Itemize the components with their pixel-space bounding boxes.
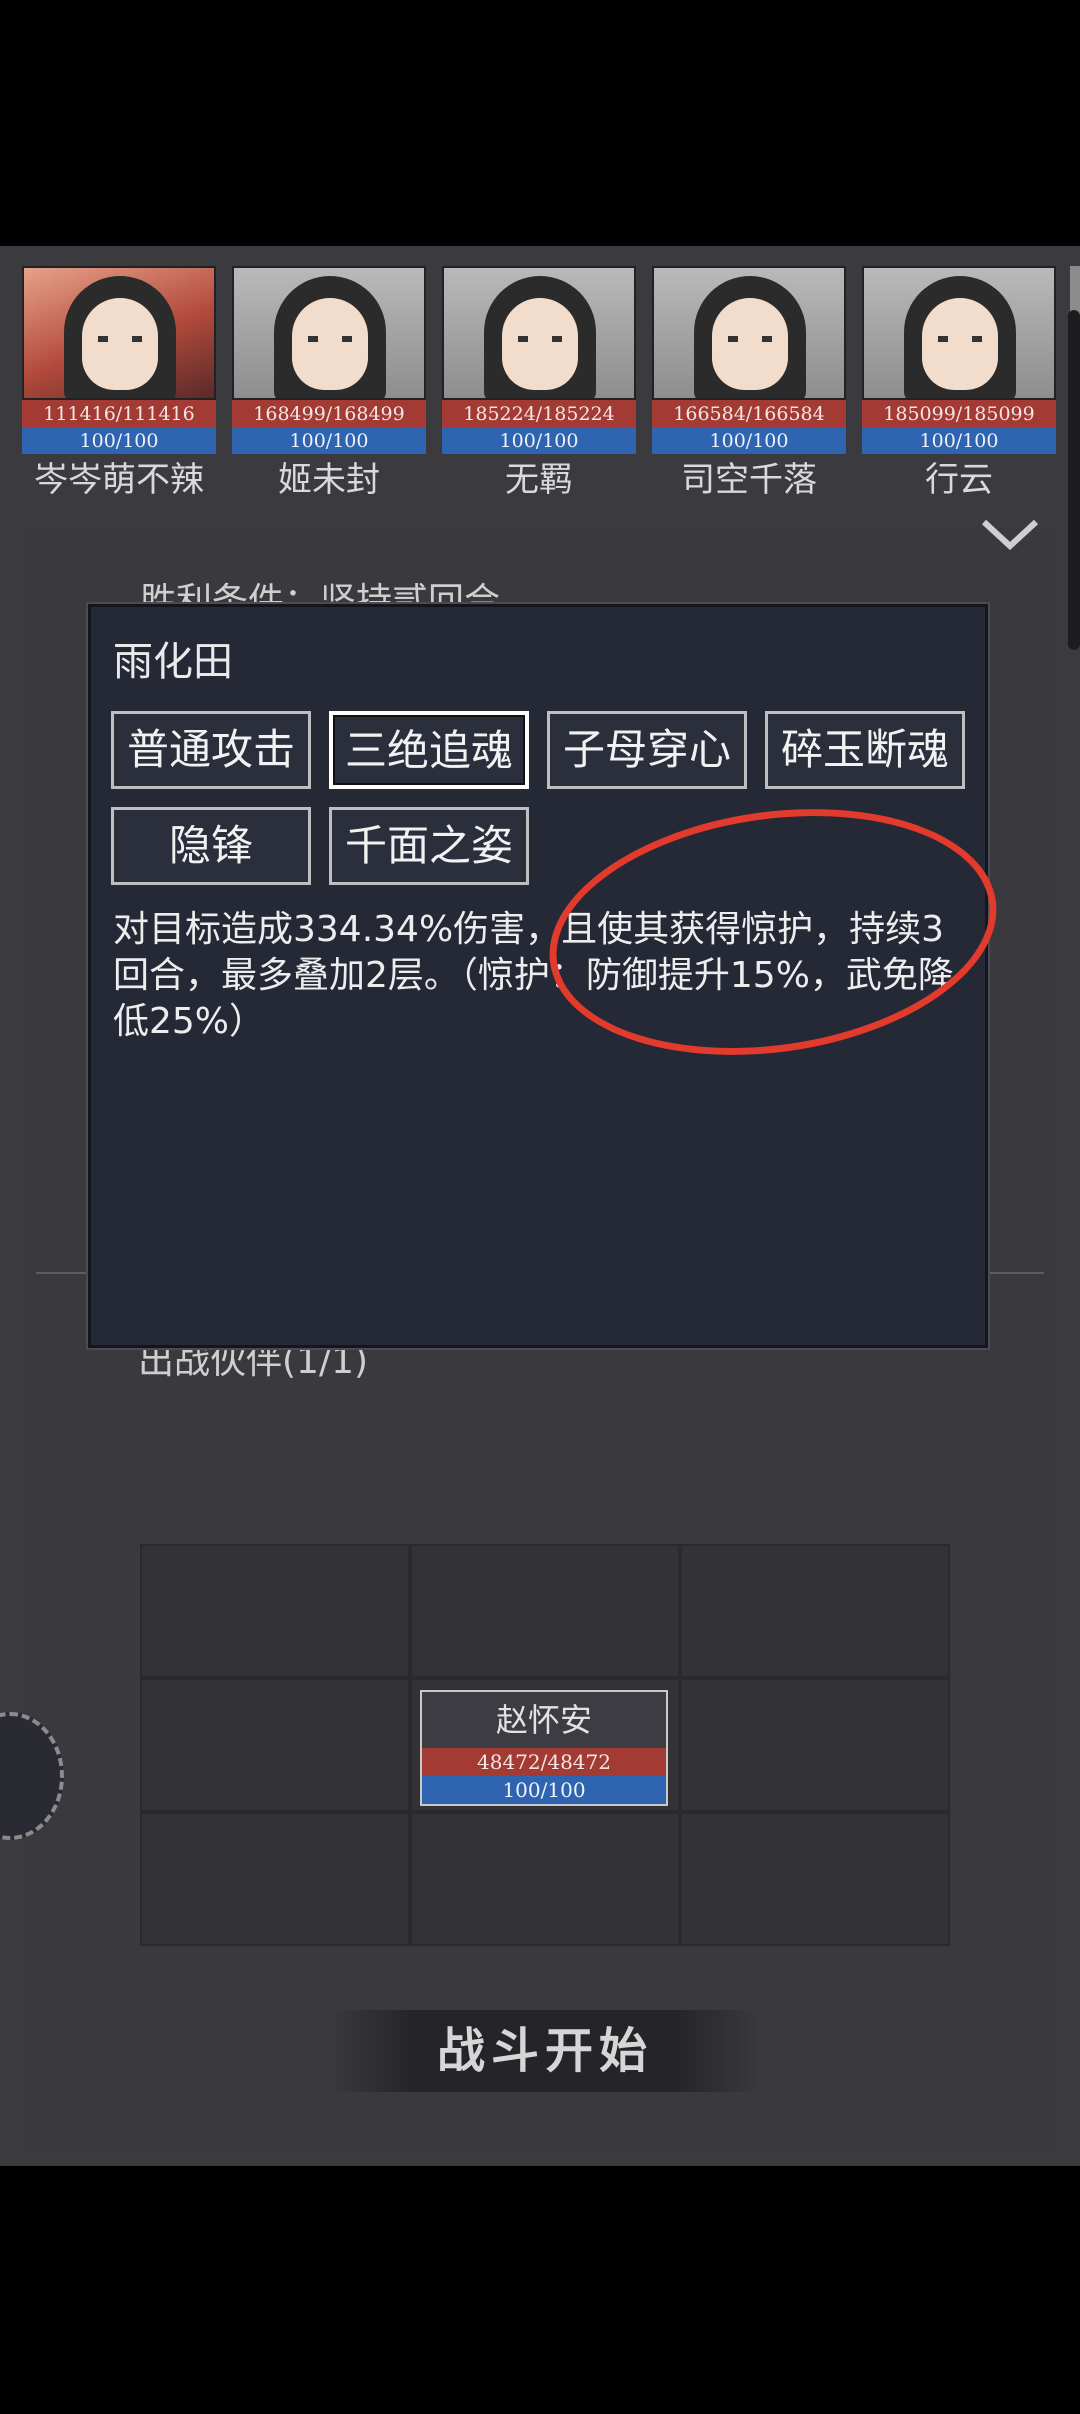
- popup-title: 雨化田: [113, 639, 233, 685]
- hero-name: 司空千落: [681, 460, 817, 500]
- mp-bar: 100/100: [442, 428, 636, 454]
- skill-button[interactable]: 普通攻击: [111, 711, 311, 789]
- hp-bar: 168499/168499: [232, 400, 426, 428]
- hero-portrait: [22, 266, 216, 400]
- hp-bar: 166584/166584: [652, 400, 846, 428]
- formation-slot[interactable]: [410, 1812, 680, 1946]
- deployed-unit-card[interactable]: 赵怀安 48472/48472 100/100: [420, 1690, 668, 1806]
- skill-button[interactable]: 千面之姿: [329, 807, 529, 885]
- skill-button[interactable]: 隐锋: [111, 807, 311, 885]
- formation-slot[interactable]: [140, 1678, 410, 1812]
- hero-portrait: [862, 266, 1056, 400]
- formation-slot[interactable]: [680, 1812, 950, 1946]
- hero-portrait: [652, 266, 846, 400]
- hero-card[interactable]: 185224/185224 100/100 无羁: [442, 266, 636, 508]
- mp-bar: 100/100: [22, 428, 216, 454]
- chevron-down-icon[interactable]: [980, 516, 1040, 552]
- hero-portrait: [442, 266, 636, 400]
- skill-button[interactable]: 子母穿心: [547, 711, 747, 789]
- hero-card[interactable]: 185099/185099 100/100 行云: [862, 266, 1056, 508]
- hero-portrait: [232, 266, 426, 400]
- formation-slot[interactable]: [140, 1544, 410, 1678]
- hero-name: 岑岑萌不辣: [34, 460, 204, 500]
- scrollbar[interactable]: [1068, 310, 1080, 650]
- hero-roster: 111416/111416 100/100 岑岑萌不辣 168499/16849…: [0, 266, 1080, 508]
- mp-bar: 100/100: [232, 428, 426, 454]
- hp-bar: 48472/48472: [422, 1748, 666, 1776]
- hero-card[interactable]: 168499/168499 100/100 姬未封: [232, 266, 426, 508]
- formation-slot[interactable]: [680, 1544, 950, 1678]
- hero-name: 行云: [925, 460, 993, 500]
- hero-card[interactable]: 166584/166584 100/100 司空千落: [652, 266, 846, 508]
- hp-bar: 111416/111416: [22, 400, 216, 428]
- unit-name: 赵怀安: [495, 1701, 592, 1739]
- formation-slot[interactable]: [140, 1812, 410, 1946]
- mp-bar: 100/100: [652, 428, 846, 454]
- skill-button-selected[interactable]: 三绝追魂: [329, 711, 529, 789]
- formation-slot[interactable]: [410, 1544, 680, 1678]
- hp-bar: 185099/185099: [862, 400, 1056, 428]
- hp-bar: 185224/185224: [442, 400, 636, 428]
- hero-card[interactable]: 111416/111416 100/100 岑岑萌不辣: [22, 266, 216, 508]
- hero-name: 无羁: [505, 460, 573, 500]
- skill-button[interactable]: 碎玉断魂: [765, 711, 965, 789]
- mp-bar: 100/100: [862, 428, 1056, 454]
- mp-bar: 100/100: [422, 1776, 666, 1804]
- start-battle-button[interactable]: 战斗开始: [330, 2010, 760, 2092]
- formation-slot[interactable]: [680, 1678, 950, 1812]
- hero-name: 姬未封: [278, 460, 380, 500]
